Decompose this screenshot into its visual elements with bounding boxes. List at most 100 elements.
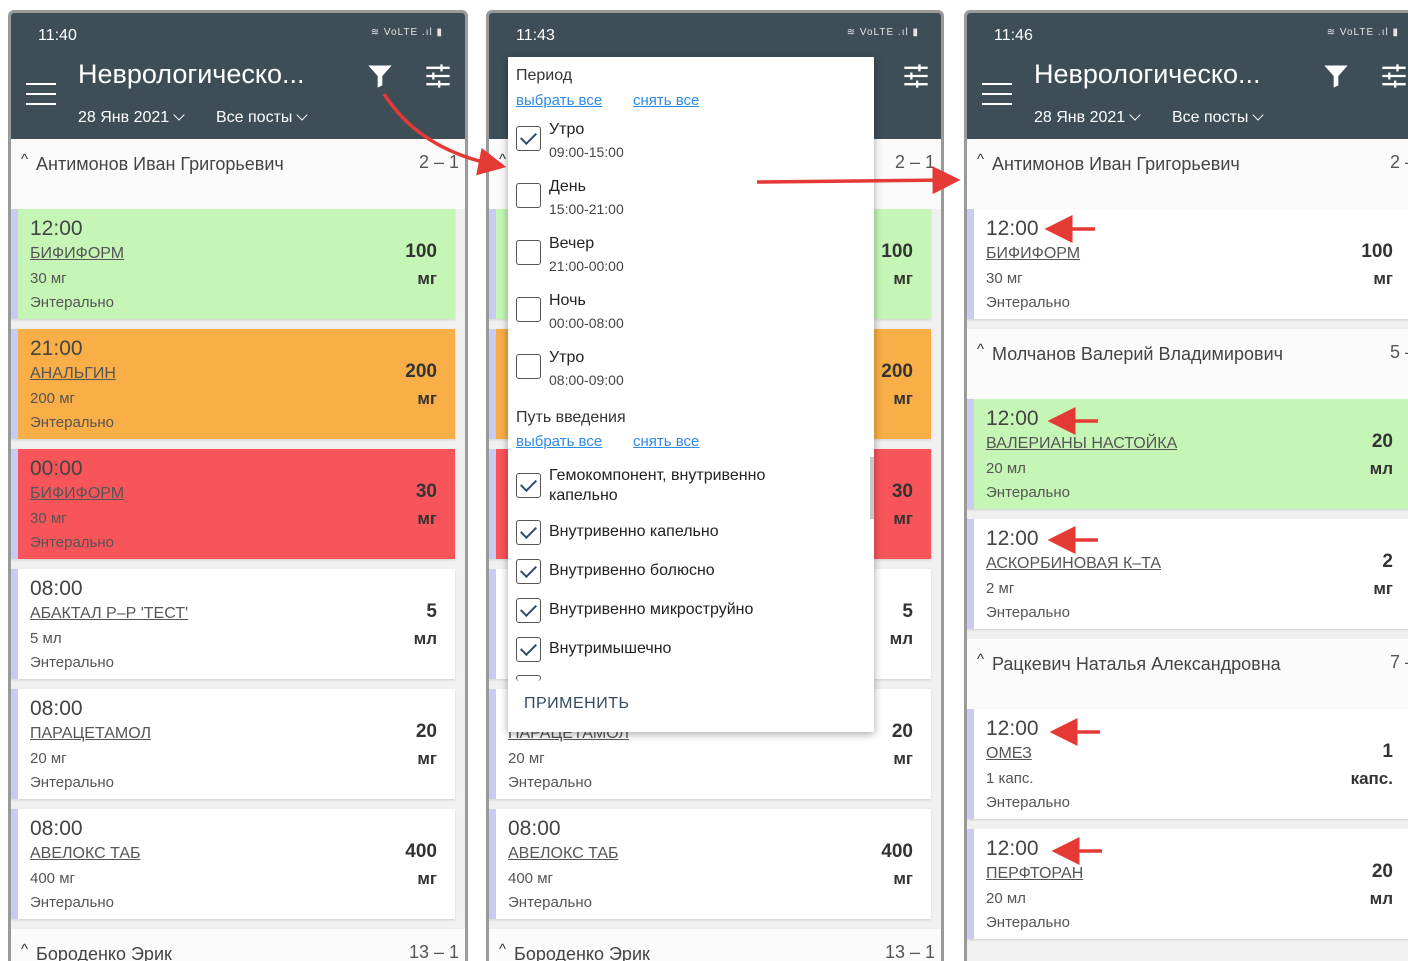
medication-card[interactable]: 21:00 АНАЛЬГИН 200 мг Энтерально 200 мг bbox=[11, 329, 455, 439]
drug-link[interactable]: АНАЛЬГИН bbox=[30, 365, 116, 383]
period-label[interactable]: Ночь bbox=[549, 291, 586, 311]
caret-up-icon[interactable]: ^ bbox=[977, 341, 984, 358]
quantity-value: 20 bbox=[415, 721, 437, 742]
patient-count: 13 – 1 bbox=[884, 942, 935, 961]
tune-icon[interactable] bbox=[424, 62, 452, 90]
drug-link[interactable]: АСКОРБИНОВАЯ К–ТА bbox=[986, 555, 1161, 573]
tune-icon[interactable] bbox=[902, 62, 930, 90]
route-clear-all-link[interactable]: снять все bbox=[633, 433, 699, 450]
period-section-title: Период bbox=[516, 67, 573, 84]
medication-card[interactable]: 08:00 АВЕЛОКС ТАБ 400 мг Энтерально 400 мг bbox=[489, 809, 931, 919]
period-range: 08:00-09:00 bbox=[549, 372, 624, 388]
apply-button[interactable]: ПРИМЕНИТЬ bbox=[524, 695, 630, 713]
filter-icon[interactable] bbox=[365, 62, 395, 90]
drug-dose: 20 мл bbox=[986, 890, 1026, 907]
caret-up-icon[interactable]: ^ bbox=[977, 651, 984, 668]
patient-header[interactable]: ^ Бороденко Эрик 13 – 1 bbox=[11, 929, 465, 961]
patient-header[interactable]: ^ Антимонов Иван Григорьевич 2 – bbox=[967, 139, 1408, 209]
drug-link[interactable]: АВЕЛОКС ТАБ bbox=[30, 845, 141, 863]
period-checkbox[interactable] bbox=[516, 183, 541, 208]
medication-card[interactable]: 12:00 ПЕРФТОРАН 20 мл Энтерально 20 мл bbox=[967, 829, 1408, 939]
period-label[interactable]: День bbox=[549, 177, 586, 197]
drug-link[interactable]: БИФИФОРМ bbox=[30, 485, 124, 503]
quantity-value: 5 bbox=[426, 601, 437, 622]
medication-card[interactable]: 08:00 ПАРАЦЕТАМОЛ 20 мг Энтерально 20 мг bbox=[11, 689, 455, 799]
route-select-all-link[interactable]: выбрать все bbox=[516, 433, 602, 450]
drug-link[interactable]: БИФИФОРМ bbox=[30, 245, 124, 263]
route-checkbox[interactable] bbox=[516, 559, 541, 584]
tune-icon[interactable] bbox=[1380, 62, 1408, 90]
patient-header[interactable]: ^ Рацкевич Наталья Александровна 7 – bbox=[967, 639, 1408, 709]
patient-header[interactable]: ^ Бороденко Эрик 13 – 1 bbox=[489, 929, 941, 961]
drug-route: Энтерально bbox=[508, 894, 592, 911]
medication-card[interactable]: 12:00 ВАЛЕРИАНЫ НАСТОЙКА 20 мл Энтерально 20… bbox=[967, 399, 1408, 509]
patient-header[interactable]: ^ Антимонов Иван Григорьевич 2 – 1 bbox=[11, 139, 465, 209]
period-label[interactable]: Утро bbox=[549, 120, 584, 140]
date-selector[interactable]: 28 Янв 2021 bbox=[78, 109, 185, 127]
drug-link[interactable]: ПАРАЦЕТАМОЛ bbox=[30, 725, 151, 743]
status-icons: ≋ VoLTE .ıl ▮ bbox=[846, 27, 919, 38]
route-label[interactable]: Внутривенно болюсно bbox=[549, 561, 819, 581]
department-title[interactable]: Неврологическо... bbox=[78, 59, 305, 90]
route-label[interactable]: Внутримышечно bbox=[549, 639, 819, 659]
quantity-unit: мл bbox=[889, 629, 913, 648]
medication-card[interactable]: 08:00 АВЕЛОКС ТАБ 400 мг Энтерально 400 мг bbox=[11, 809, 455, 919]
popup-scrollbar[interactable] bbox=[870, 457, 874, 519]
period-checkbox[interactable] bbox=[516, 126, 541, 151]
period-checkbox[interactable] bbox=[516, 297, 541, 322]
drug-route: Энтерально bbox=[30, 414, 114, 431]
drug-link[interactable]: ПЕРФТОРАН bbox=[986, 865, 1083, 883]
caret-up-icon[interactable]: ^ bbox=[21, 941, 28, 958]
medication-card[interactable]: 08:00 АБАКТАЛ Р–Р 'ТЕСТ' 5 мл Энтерально 5 мл bbox=[11, 569, 455, 679]
quantity-value: 20 bbox=[1371, 861, 1393, 882]
period-checkbox[interactable] bbox=[516, 240, 541, 265]
period-label[interactable]: Утро bbox=[549, 348, 584, 368]
quantity-value: 30 bbox=[415, 481, 437, 502]
route-checkbox[interactable] bbox=[516, 520, 541, 545]
route-label[interactable]: Внутривенно микроструйно bbox=[549, 600, 819, 620]
medication-card[interactable]: 00:00 БИФИФОРМ 30 мг Энтерально 30 мг bbox=[11, 449, 455, 559]
patient-name: Антимонов Иван Григорьевич bbox=[992, 154, 1240, 174]
route-checkbox-partial[interactable] bbox=[516, 675, 541, 681]
medication-card[interactable]: 12:00 АСКОРБИНОВАЯ К–ТА 2 мг Энтерально 2 мг bbox=[967, 519, 1408, 629]
route-checkbox[interactable] bbox=[516, 473, 541, 498]
menu-icon[interactable] bbox=[26, 83, 56, 105]
route-checkbox[interactable] bbox=[516, 637, 541, 662]
drug-link[interactable]: БИФИФОРМ bbox=[986, 245, 1080, 263]
caret-up-icon[interactable]: ^ bbox=[21, 151, 28, 168]
status-time: 11:43 bbox=[516, 27, 555, 44]
medication-card[interactable]: 12:00 БИФИФОРМ 30 мг Энтерально 100 мг bbox=[967, 209, 1408, 319]
quantity-value: 100 bbox=[1361, 241, 1393, 262]
date-selector[interactable]: 28 Янв 2021 bbox=[1034, 109, 1141, 127]
period-select-all-link[interactable]: выбрать все bbox=[516, 92, 602, 109]
period-label[interactable]: Вечер bbox=[549, 234, 594, 254]
quantity-unit: мг bbox=[1373, 579, 1393, 598]
app-bar: Неврологическо... 28 Янв 2021 Все посты bbox=[967, 57, 1408, 139]
department-title[interactable]: Неврологическо... bbox=[1034, 59, 1261, 90]
drug-link[interactable]: АБАКТАЛ Р–Р 'ТЕСТ' bbox=[30, 605, 188, 623]
caret-up-icon[interactable]: ^ bbox=[499, 151, 506, 168]
posts-selector[interactable]: Все посты bbox=[216, 109, 309, 127]
medication-card[interactable]: 12:00 ОМЕЗ 1 капс. Энтерально 1 капс. bbox=[967, 709, 1408, 819]
drug-link[interactable]: ВАЛЕРИАНЫ НАСТОЙКА bbox=[986, 435, 1177, 453]
medication-card[interactable]: 12:00 БИФИФОРМ 30 мг Энтерально 100 мг bbox=[11, 209, 455, 319]
drug-route: Энтерально bbox=[30, 294, 114, 311]
medication-time: 12:00 bbox=[986, 217, 1039, 240]
period-checkbox[interactable] bbox=[516, 354, 541, 379]
filter-icon[interactable] bbox=[1321, 62, 1351, 90]
medication-list: ^ Антимонов Иван Григорьевич 2 – 1 12:00 БИФ… bbox=[11, 139, 465, 961]
menu-icon[interactable] bbox=[982, 83, 1012, 105]
route-label[interactable]: Гемокомпонент, внутривенно капельно bbox=[549, 466, 819, 506]
quantity-unit: мг bbox=[893, 749, 913, 768]
route-checkbox[interactable] bbox=[516, 598, 541, 623]
chevron-down-icon bbox=[173, 109, 185, 121]
drug-link[interactable]: АВЕЛОКС ТАБ bbox=[508, 845, 619, 863]
patient-name: Молчанов Валерий Владимирович bbox=[992, 344, 1283, 364]
period-clear-all-link[interactable]: снять все bbox=[633, 92, 699, 109]
caret-up-icon[interactable]: ^ bbox=[499, 941, 506, 958]
posts-selector[interactable]: Все посты bbox=[1172, 109, 1265, 127]
drug-link[interactable]: ОМЕЗ bbox=[986, 745, 1032, 763]
route-label[interactable]: Внутривенно капельно bbox=[549, 522, 819, 542]
patient-header[interactable]: ^ Молчанов Валерий Владимирович 5 – bbox=[967, 329, 1408, 399]
caret-up-icon[interactable]: ^ bbox=[977, 151, 984, 168]
